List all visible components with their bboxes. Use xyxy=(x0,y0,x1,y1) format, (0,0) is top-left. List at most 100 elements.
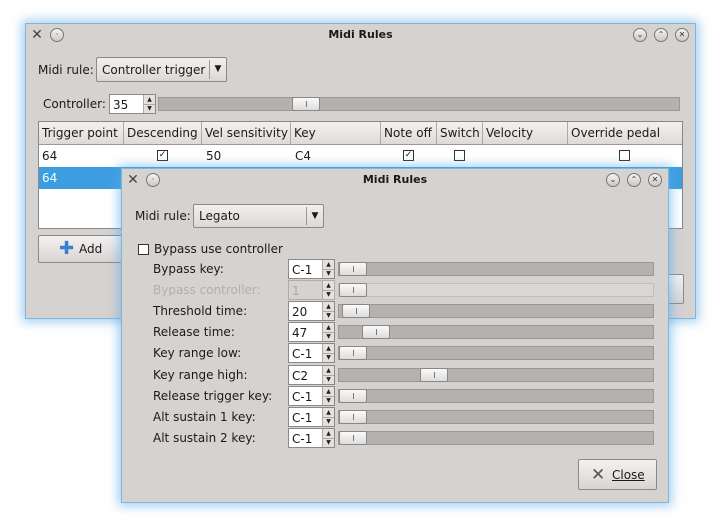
field-slider[interactable] xyxy=(338,346,654,360)
field-label: Key range high: xyxy=(153,368,248,382)
column-header[interactable]: Note off xyxy=(381,122,437,144)
column-header[interactable]: Vel sensitivity xyxy=(202,122,291,144)
column-header[interactable]: Trigger point xyxy=(39,122,124,144)
field-spinbox[interactable]: C-1 ▲ ▼ xyxy=(288,259,335,279)
slider-handle xyxy=(339,283,367,297)
field-slider[interactable] xyxy=(338,410,654,424)
spin-down-icon[interactable]: ▼ xyxy=(323,269,334,278)
minimize-icon[interactable]: ⌄ xyxy=(606,173,620,187)
spin-down-icon[interactable]: ▼ xyxy=(323,396,334,405)
close-x-icon: ✕ xyxy=(591,465,606,485)
spin-down-icon[interactable]: ▼ xyxy=(323,438,334,447)
field-label: Alt sustain 1 key: xyxy=(153,410,256,424)
add-button-label: Add xyxy=(79,242,103,256)
slider-handle[interactable] xyxy=(339,389,367,403)
controller-slider[interactable] xyxy=(158,97,680,111)
spin-down-icon[interactable]: ▼ xyxy=(323,332,334,341)
switch-checkbox[interactable] xyxy=(454,150,465,161)
maximize-icon[interactable]: ⌃ xyxy=(654,28,668,42)
slider-handle[interactable] xyxy=(339,410,367,424)
slider-handle[interactable] xyxy=(420,368,448,382)
field-label: Threshold time: xyxy=(153,304,248,318)
trigger-point-cell: 64 xyxy=(42,149,58,163)
main-titlebar[interactable]: ✕ · Midi Rules ⌄ ⌃ ✕ xyxy=(26,24,695,46)
key-cell: C4 xyxy=(295,149,312,163)
column-header[interactable]: Override pedal xyxy=(568,122,682,144)
dialog-titlebar[interactable]: ✕ · Midi Rules ⌄ ⌃ ✕ xyxy=(122,169,668,191)
chevron-down-icon: ▼ xyxy=(209,60,226,79)
close-button[interactable]: ✕ Close xyxy=(578,459,657,490)
dialog-title: Midi Rules xyxy=(362,173,428,186)
column-header[interactable]: Velocity xyxy=(483,122,568,144)
add-button[interactable]: ✚ Add xyxy=(38,235,128,263)
field-spinbox[interactable]: C-1 ▲ ▼ xyxy=(288,428,335,448)
column-header[interactable]: Key xyxy=(291,122,381,144)
descending-checkbox[interactable]: ✓ xyxy=(157,150,168,161)
close-window-icon[interactable]: ✕ xyxy=(675,28,689,42)
bypass-use-controller-label[interactable]: Bypass use controller xyxy=(154,242,283,256)
field-value: C2 xyxy=(292,369,309,383)
field-label: Bypass key: xyxy=(153,262,224,276)
slider-handle[interactable] xyxy=(342,304,370,318)
override-pedal-checkbox[interactable] xyxy=(619,150,630,161)
table-row[interactable]: 64 ✓ 50 C4 ✓ xyxy=(39,145,682,167)
spin-down-icon[interactable]: ▼ xyxy=(144,104,155,113)
close-window-icon[interactable]: ✕ xyxy=(648,173,662,187)
midi-rule-combo[interactable]: Controller trigger ▼ xyxy=(96,57,227,82)
field-row: Release trigger key: C-1 ▲ ▼ xyxy=(122,386,668,406)
chevron-down-icon: ▼ xyxy=(306,207,323,225)
field-slider[interactable] xyxy=(338,389,654,403)
field-row: Bypass key: C-1 ▲ ▼ xyxy=(122,259,668,279)
field-slider[interactable] xyxy=(338,304,654,318)
field-slider[interactable] xyxy=(338,325,654,339)
minimize-icon[interactable]: ⌄ xyxy=(633,28,647,42)
spin-down-icon: ▼ xyxy=(326,291,331,298)
slider-handle[interactable] xyxy=(339,431,367,445)
field-value: C-1 xyxy=(292,263,313,277)
note-off-checkbox[interactable]: ✓ xyxy=(403,150,414,161)
field-value: C-1 xyxy=(292,347,313,361)
spin-down-icon[interactable]: ▼ xyxy=(323,311,334,320)
field-slider[interactable] xyxy=(338,262,654,276)
table-header: Trigger point Descending Vel sensitivity… xyxy=(39,122,682,145)
column-header[interactable]: Descending xyxy=(124,122,202,144)
slider-handle[interactable] xyxy=(339,262,367,276)
column-header[interactable]: Switch xyxy=(437,122,483,144)
maximize-icon[interactable]: ⌃ xyxy=(627,173,641,187)
main-window-title: Midi Rules xyxy=(328,28,393,41)
spin-down-icon[interactable]: ▼ xyxy=(323,375,334,384)
field-value: C-1 xyxy=(292,432,313,446)
dialog-midi-rule-label: Midi rule: xyxy=(135,209,191,223)
field-row: Key range high: C2 ▲ ▼ xyxy=(122,365,668,385)
legato-dialog: ✕ · Midi Rules ⌄ ⌃ ✕ Midi rule: Legato ▼… xyxy=(121,168,669,503)
bypass-use-controller-checkbox[interactable] xyxy=(138,244,149,255)
dialog-midi-rule-combo[interactable]: Legato ▼ xyxy=(193,204,324,228)
field-row: Release time: 47 ▲ ▼ xyxy=(122,322,668,342)
spin-down-icon[interactable]: ▼ xyxy=(323,417,334,426)
field-row: Bypass controller: 1 ▲ ▼ xyxy=(122,280,668,300)
field-value: 20 xyxy=(292,305,308,319)
vel-sensitivity-cell: 50 xyxy=(206,149,222,163)
field-value: C-1 xyxy=(292,390,313,404)
field-spinbox[interactable]: C-1 ▲ ▼ xyxy=(288,343,335,363)
slider-handle[interactable] xyxy=(362,325,390,339)
field-spinbox[interactable]: C-1 ▲ ▼ xyxy=(288,407,335,427)
field-label: Key range low: xyxy=(153,346,242,360)
field-label: Release time: xyxy=(153,325,235,339)
midi-rule-value: Controller trigger xyxy=(102,63,206,77)
field-slider xyxy=(338,283,654,297)
slider-handle[interactable] xyxy=(292,97,320,111)
field-row: Alt sustain 2 key: C-1 ▲ ▼ xyxy=(122,428,668,448)
spin-down-icon[interactable]: ▼ xyxy=(323,353,334,362)
midi-rule-label: Midi rule: xyxy=(38,63,94,77)
field-spinbox[interactable]: C2 ▲ ▼ xyxy=(288,365,335,385)
field-slider[interactable] xyxy=(338,368,654,382)
plus-icon: ✚ xyxy=(59,238,75,259)
field-spinbox[interactable]: 20 ▲ ▼ xyxy=(288,301,335,321)
field-spinbox[interactable]: C-1 ▲ ▼ xyxy=(288,386,335,406)
field-spinbox[interactable]: 47 ▲ ▼ xyxy=(288,322,335,342)
slider-handle[interactable] xyxy=(339,346,367,360)
field-slider[interactable] xyxy=(338,431,654,445)
controller-spinbox[interactable]: 35 ▲ ▼ xyxy=(109,94,156,114)
field-value: 1 xyxy=(292,284,300,298)
